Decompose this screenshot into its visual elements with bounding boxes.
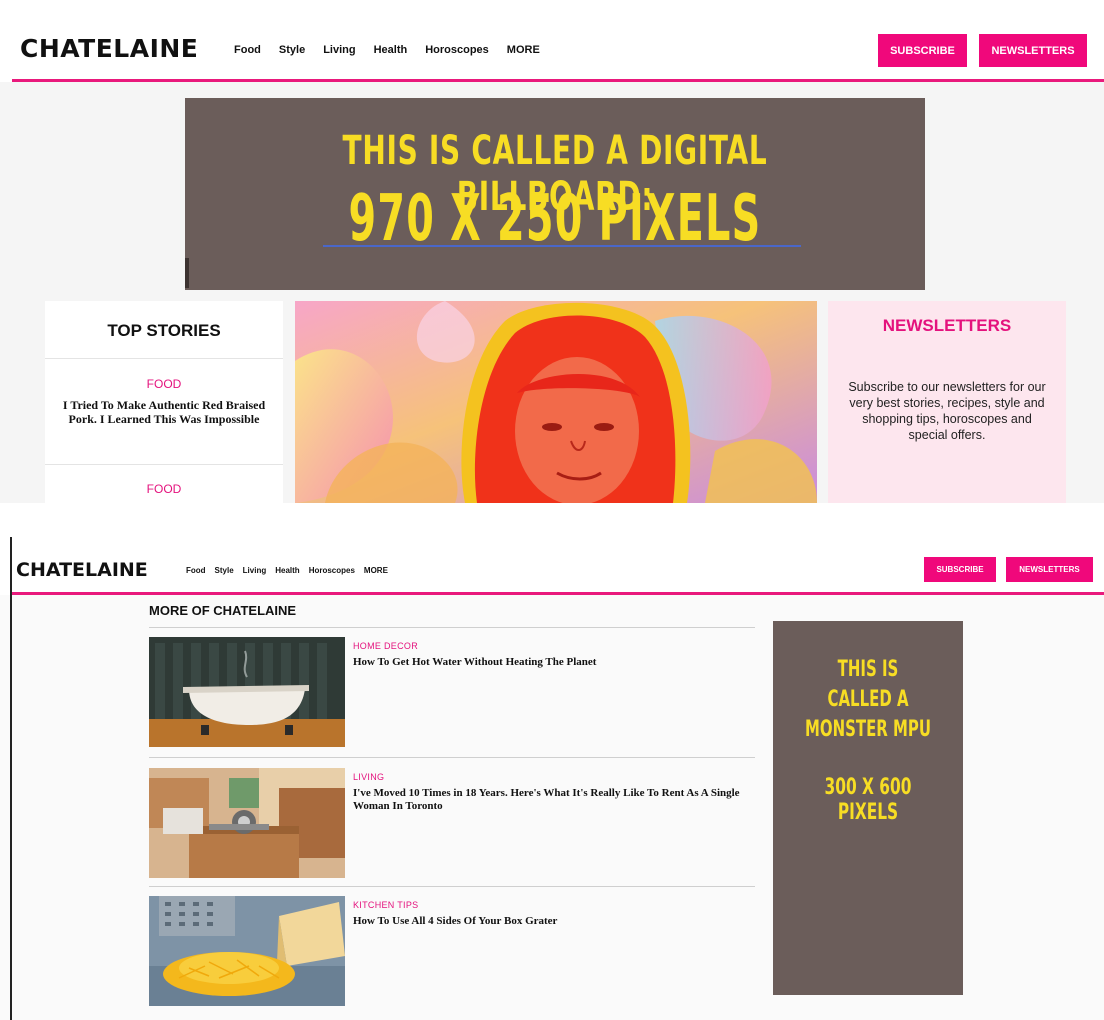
grated-cheese-image — [149, 896, 345, 1006]
top-stories-divider — [45, 358, 283, 359]
story-category[interactable]: FOOD — [45, 377, 283, 391]
article-title[interactable]: I've Moved 10 Times in 18 Years. Here's … — [353, 787, 748, 813]
story-headline[interactable]: I Tried To Make Authentic Red Braised Po… — [59, 398, 269, 426]
site-header: CHATELAINE Food Style Living Health Horo… — [0, 0, 1104, 82]
article-card[interactable]: HOME DECOR How To Get Hot Water Without … — [149, 637, 755, 747]
header-divider — [12, 79, 1104, 82]
article-title[interactable]: How To Use All 4 Sides Of Your Box Grate… — [353, 915, 748, 928]
window-edge — [10, 537, 12, 1020]
newsletter-signup-panel: NEWSLETTERS Subscribe to our newsletters… — [828, 301, 1066, 503]
mpu-line1: THIS IS CALLED A MONSTER MPU — [804, 657, 932, 742]
nav-item-horoscopes[interactable]: Horoscopes — [425, 44, 489, 56]
nav-item-health[interactable]: Health — [275, 566, 299, 575]
nav-item-food[interactable]: Food — [234, 44, 261, 56]
nav-item-more[interactable]: MORE — [507, 44, 540, 56]
newsletter-heading: NEWSLETTERS — [882, 316, 1012, 335]
article-thumbnail[interactable] — [149, 637, 345, 747]
nav-item-style[interactable]: Style — [215, 566, 234, 575]
nav-item-horoscopes[interactable]: Horoscopes — [309, 566, 355, 575]
nav-item-health[interactable]: Health — [374, 44, 408, 56]
site-header: CHATELAINE Food Style Living Health Horo… — [0, 537, 1104, 595]
more-section-title: MORE OF CHATELAINE — [149, 603, 297, 618]
billboard-edge-mark — [185, 258, 189, 288]
nav-item-food[interactable]: Food — [186, 566, 206, 575]
newsletters-button[interactable]: NEWSLETTERS — [1006, 557, 1093, 582]
clawfoot-bathtub-image — [149, 637, 345, 747]
article-title[interactable]: How To Get Hot Water Without Heating The… — [353, 656, 748, 669]
article-category[interactable]: KITCHEN TIPS — [353, 900, 418, 910]
top-stories-divider — [45, 464, 283, 465]
site-logo[interactable]: CHATELAINE — [20, 34, 198, 63]
main-nav: Food Style Living Health Horoscopes MORE — [234, 44, 540, 56]
newsletters-button[interactable]: NEWSLETTERS — [979, 34, 1087, 67]
moving-boxes-image — [149, 768, 345, 878]
article-category[interactable]: HOME DECOR — [353, 641, 418, 651]
section-divider — [149, 757, 755, 758]
article-category[interactable]: LIVING — [353, 772, 384, 782]
nav-item-living[interactable]: Living — [323, 44, 355, 56]
top-stories-panel: TOP STORIES FOOD I Tried To Make Authent… — [45, 301, 283, 503]
billboard-underline — [323, 245, 801, 247]
subscribe-button[interactable]: SUBSCRIBE — [878, 34, 967, 67]
section-divider — [149, 886, 755, 887]
screenshot-desktop-top: CHATELAINE Food Style Living Health Horo… — [0, 0, 1104, 503]
article-card[interactable]: KITCHEN TIPS How To Use All 4 Sides Of Y… — [149, 896, 755, 1006]
nav-item-style[interactable]: Style — [279, 44, 305, 56]
subscribe-button[interactable]: SUBSCRIBE — [924, 557, 996, 582]
nav-item-more[interactable]: MORE — [364, 566, 388, 575]
top-stories-heading: TOP STORIES — [107, 321, 221, 340]
header-divider — [12, 592, 1104, 595]
newsletter-description: Subscribe to our newsletters for our ver… — [848, 380, 1046, 442]
billboard-ad[interactable]: THIS IS CALLED A DIGITAL BILLBOARD: 970 … — [185, 98, 925, 290]
screenshot-gap — [0, 503, 1104, 517]
article-thumbnail[interactable] — [149, 768, 345, 878]
portrait-illustration — [295, 301, 817, 503]
nav-item-living[interactable]: Living — [243, 566, 267, 575]
main-nav: Food Style Living Health Horoscopes MORE — [186, 566, 388, 575]
screenshot-desktop-scrolled: CHATELAINE Food Style Living Health Horo… — [0, 537, 1104, 1020]
mpu-line2: 300 X 600 PIXELS — [824, 775, 912, 825]
hero-image[interactable] — [295, 301, 817, 503]
monster-mpu-ad[interactable]: THIS IS CALLED A MONSTER MPU 300 X 600 P… — [773, 621, 963, 995]
article-card[interactable]: LIVING I've Moved 10 Times in 18 Years. … — [149, 768, 755, 878]
story-category[interactable]: FOOD — [45, 482, 283, 496]
section-divider — [149, 627, 755, 628]
site-logo[interactable]: CHATELAINE — [16, 559, 148, 581]
article-thumbnail[interactable] — [149, 896, 345, 1006]
